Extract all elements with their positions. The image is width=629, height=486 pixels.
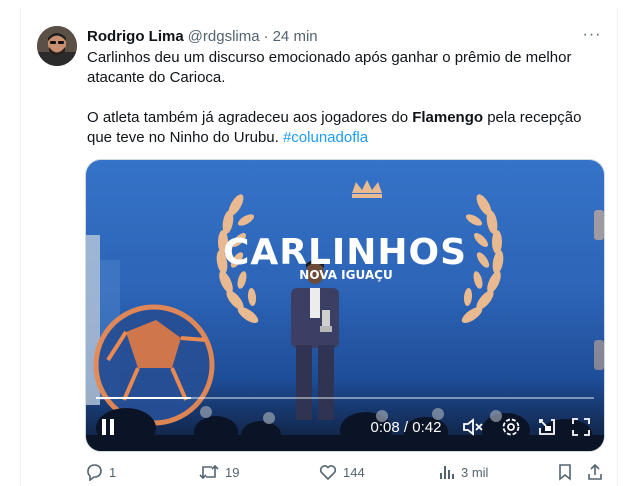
stage-subtitle: NOVA IGUAÇU <box>299 268 393 282</box>
author-handle[interactable]: @rdgslima <box>188 28 260 45</box>
share-button[interactable] <box>587 460 603 484</box>
tweet-card[interactable]: Rodrigo Lima @rdgslima · 24 min ··· Carl… <box>20 8 618 486</box>
video-progress-bar[interactable] <box>96 397 594 399</box>
tweet-header: Rodrigo Lima @rdgslima · 24 min <box>87 26 318 46</box>
fullscreen-icon[interactable] <box>568 412 594 442</box>
share-icon <box>588 463 602 480</box>
tweet-actions: 1 19 144 3 mil <box>85 460 603 484</box>
repost-icon <box>199 464 219 480</box>
video-player[interactable]: CARLINHOS NOVA IGUAÇU 0:08 / 0:42 <box>85 159 605 452</box>
tweet-text-start: O atleta também já agradeceu aos jogador… <box>87 109 413 126</box>
author-name[interactable]: Rodrigo Lima <box>87 28 184 45</box>
tweet-paragraph-2: O atleta também já agradeceu aos jogador… <box>87 108 603 148</box>
tweet-paragraph-1: Carlinhos deu um discurso emocionado apó… <box>87 49 572 86</box>
avatar[interactable] <box>37 26 77 66</box>
like-icon <box>319 464 337 480</box>
repost-button[interactable]: 19 <box>199 460 239 484</box>
video-controls: 0:08 / 0:42 <box>86 412 604 442</box>
reply-button[interactable]: 1 <box>85 460 116 484</box>
settings-icon[interactable] <box>498 412 524 442</box>
hashtag-link[interactable]: #colunadofla <box>283 129 368 146</box>
like-count: 144 <box>343 464 365 480</box>
video-timecode: 0:08 / 0:42 <box>370 418 442 436</box>
bookmark-icon <box>559 464 571 481</box>
play-pause-icon[interactable] <box>98 412 118 442</box>
reply-icon <box>87 464 102 481</box>
pip-icon[interactable] <box>534 412 560 442</box>
repost-count: 19 <box>225 464 240 480</box>
video-progress-fill <box>96 397 191 399</box>
stage-title: CARLINHOS <box>222 232 468 273</box>
views-button[interactable]: 3 mil <box>439 460 488 484</box>
bookmark-button[interactable] <box>557 460 573 484</box>
header-separator: · <box>263 27 269 45</box>
views-icon <box>440 466 454 479</box>
more-icon[interactable]: ··· <box>581 24 603 46</box>
post-time[interactable]: 24 min <box>273 28 318 45</box>
like-button[interactable]: 144 <box>319 460 365 484</box>
views-count: 3 mil <box>461 464 489 480</box>
tweet-text-bold: Flamengo <box>412 109 484 126</box>
tweet-text: Carlinhos deu um discurso emocionado apó… <box>87 48 603 148</box>
mute-icon[interactable] <box>460 412 486 442</box>
video-frame <box>86 180 604 451</box>
reply-count: 1 <box>109 464 117 480</box>
